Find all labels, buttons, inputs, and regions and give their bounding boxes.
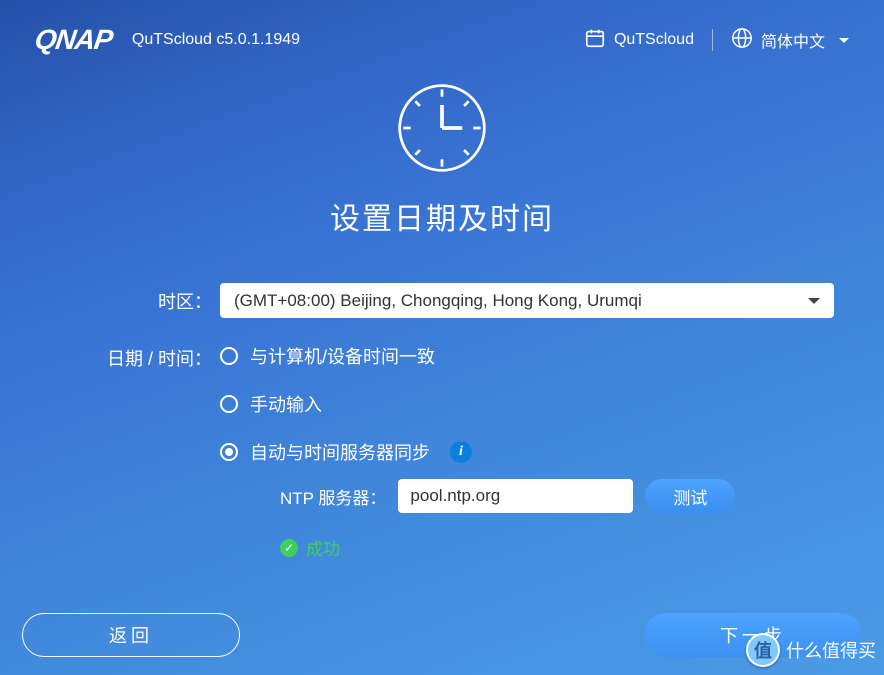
watermark: 值 什么值得买 xyxy=(746,633,876,667)
product-link[interactable]: QuTScloud xyxy=(584,27,694,54)
back-button[interactable]: 返回 xyxy=(22,613,240,657)
clock-icon xyxy=(0,82,884,174)
radio-label: 与计算机/设备时间一致 xyxy=(250,343,435,369)
chevron-down-icon xyxy=(839,38,849,43)
test-button[interactable]: 测试 xyxy=(645,479,735,513)
datetime-form: 时区： (GMT+08:00) Beijing, Chongqing, Hong… xyxy=(0,283,884,560)
watermark-badge: 值 xyxy=(746,633,780,667)
radio-label: 自动与时间服务器同步 xyxy=(250,439,430,465)
header-separator xyxy=(712,29,713,51)
radio-sync-device[interactable]: 与计算机/设备时间一致 xyxy=(220,343,834,369)
version-text: QuTScloud c5.0.1.1949 xyxy=(132,31,300,49)
chevron-down-icon xyxy=(808,298,820,304)
language-label: 简体中文 xyxy=(761,28,825,52)
radio-manual[interactable]: 手动输入 xyxy=(220,391,834,417)
status-text: 成功 xyxy=(306,535,340,560)
page-title: 设置日期及时间 xyxy=(0,194,884,238)
radio-group: 与计算机/设备时间一致 手动输入 自动与时间服务器同步 i NTP 服务器： 测… xyxy=(220,343,834,560)
calendar-icon xyxy=(584,27,606,54)
timezone-select[interactable]: (GMT+08:00) Beijing, Chongqing, Hong Kon… xyxy=(220,283,834,318)
globe-icon xyxy=(731,27,753,54)
status-row: ✓ 成功 xyxy=(280,535,834,560)
timezone-value: (GMT+08:00) Beijing, Chongqing, Hong Kon… xyxy=(220,283,834,318)
radio-icon xyxy=(220,395,238,413)
radio-ntp-sync[interactable]: 自动与时间服务器同步 i xyxy=(220,439,834,465)
radio-icon xyxy=(220,443,238,461)
datetime-row: 日期 / 时间： 与计算机/设备时间一致 手动输入 自动与时间服务器同步 i N… xyxy=(50,343,834,560)
info-icon[interactable]: i xyxy=(450,441,472,463)
language-dropdown[interactable]: 简体中文 xyxy=(731,27,849,54)
ntp-server-label: NTP 服务器： xyxy=(280,484,386,509)
watermark-text: 什么值得买 xyxy=(786,637,876,663)
product-link-label: QuTScloud xyxy=(614,31,694,49)
header-right: QuTScloud 简体中文 xyxy=(584,27,849,54)
timezone-row: 时区： (GMT+08:00) Beijing, Chongqing, Hong… xyxy=(50,283,834,318)
radio-label: 手动输入 xyxy=(250,391,322,417)
check-icon: ✓ xyxy=(280,539,298,557)
timezone-label: 时区： xyxy=(50,288,220,314)
radio-icon xyxy=(220,347,238,365)
datetime-label: 日期 / 时间： xyxy=(50,343,220,371)
ntp-row: NTP 服务器： 测试 xyxy=(280,479,834,513)
header: QNAP QuTScloud c5.0.1.1949 QuTScloud 简体中… xyxy=(0,0,884,60)
brand-logo: QNAP xyxy=(33,24,114,56)
ntp-server-input[interactable] xyxy=(398,479,633,513)
